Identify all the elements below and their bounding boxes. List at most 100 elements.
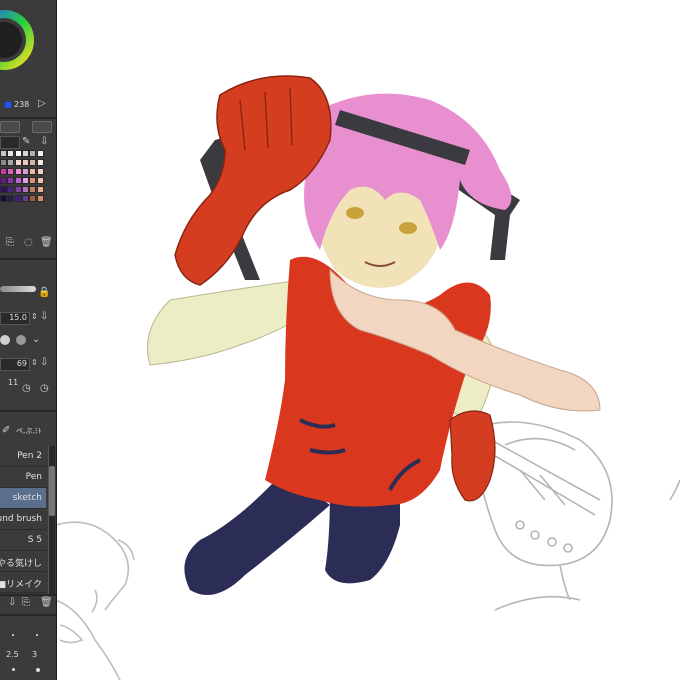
brush-size-value: 15.0 (9, 313, 27, 322)
color-swatch[interactable] (29, 177, 37, 184)
color-swatch[interactable] (21, 177, 29, 184)
color-swatch[interactable] (0, 168, 7, 175)
right-eye (399, 222, 417, 234)
ruler-value-2[interactable]: 3 (32, 650, 37, 659)
color-swatch[interactable] (21, 150, 29, 157)
pen-icon: ✐ (2, 425, 11, 436)
subtool-item-label: Pen (25, 472, 42, 482)
subtool-header-label: ペ,ぷ,ﾐﾄ (16, 427, 42, 435)
color-swatch[interactable] (29, 150, 37, 157)
download-subtool-icon[interactable]: ⇩ (8, 598, 16, 608)
subtool-header: ✐ ペ,ぷ,ﾐﾄ (0, 420, 56, 440)
color-swatch[interactable] (36, 150, 44, 157)
subtool-item-label: Pen 2 (17, 451, 42, 461)
ruler-value-1[interactable]: 2.5 (6, 650, 19, 659)
subtool-item[interactable]: und brush (0, 509, 46, 530)
spinner-icon[interactable]: ⇕ (31, 312, 38, 322)
left-eye (346, 207, 364, 219)
subtool-item[interactable]: Pen (0, 467, 46, 488)
color-swatch[interactable] (14, 195, 22, 202)
play-icon[interactable]: ▷ (38, 99, 46, 109)
spinner-icon-2[interactable]: ⇕ (31, 358, 38, 368)
color-swatch[interactable] (14, 159, 22, 166)
brush-size-field[interactable]: 15.0 (0, 312, 30, 325)
color-swatch[interactable] (7, 168, 15, 175)
subtool-item[interactable]: Pen 2 (0, 446, 46, 467)
subtool-actions: ⇩ ⎘ 🗑 (0, 596, 56, 610)
color-swatch[interactable] (29, 186, 37, 193)
brush-size-row: 15.0 ⇕ ⇩ (0, 308, 56, 330)
color-swatch[interactable] (0, 186, 7, 193)
color-wheel[interactable] (0, 0, 56, 95)
blue-channel-icon: ■ (4, 100, 12, 109)
download-size-icon[interactable]: ⇩ (40, 312, 48, 322)
trash-icon[interactable]: 🗑 (40, 238, 53, 248)
artwork-illustration (55, 75, 680, 680)
chevron-down-icon[interactable]: ⌄ (32, 335, 40, 345)
color-swatch[interactable] (7, 150, 15, 157)
color-swatch[interactable] (7, 195, 15, 202)
color-swatch[interactable] (29, 168, 37, 175)
color-swatch-grid[interactable] (0, 150, 44, 230)
subtool-item[interactable]: 彩■リメイク (0, 572, 46, 593)
subtool-item-label: やる気けし (0, 559, 42, 569)
tip-circle-1[interactable] (0, 335, 10, 345)
lock-icon[interactable]: 🔒 (38, 288, 50, 298)
color-swatch[interactable] (21, 168, 29, 175)
dial-icon[interactable]: ◷ (22, 384, 31, 394)
subtool-item[interactable]: やる気けし (0, 551, 46, 572)
color-swatch[interactable] (0, 195, 7, 202)
subtool-item[interactable]: sketch (0, 488, 46, 509)
color-swatch[interactable] (7, 186, 15, 193)
color-swatch[interactable] (21, 195, 29, 202)
dial-icon-2[interactable]: ◷ (40, 384, 49, 394)
color-swatch[interactable] (0, 150, 7, 157)
drawing-canvas[interactable] (0, 0, 680, 680)
brush-stroke-preview (0, 286, 36, 292)
copy-subtool-icon[interactable]: ⎘ (22, 598, 30, 608)
color-swatch[interactable] (14, 177, 22, 184)
subtool-item-label: S 5 (27, 535, 42, 545)
color-set-section: ✎ ⇩ (0, 136, 56, 236)
color-swatch[interactable] (7, 159, 15, 166)
blue-value: 238 (14, 100, 30, 109)
color-swatch[interactable] (0, 177, 7, 184)
download-icon[interactable]: ⇩ (40, 137, 48, 147)
opacity-field[interactable]: 69 (0, 358, 30, 371)
eyedropper-icon[interactable]: ✎ (22, 137, 30, 147)
download-opacity-icon[interactable]: ⇩ (40, 358, 48, 368)
color-swatch[interactable] (0, 159, 7, 166)
subtool-scrollbar[interactable] (48, 446, 55, 594)
subtool-item-label: und brush (0, 514, 42, 524)
color-swatch[interactable] (14, 168, 22, 175)
color-swatch[interactable] (36, 195, 44, 202)
palette-tab-2[interactable] (32, 121, 52, 133)
color-set-dropdown[interactable] (0, 136, 20, 149)
color-swatch[interactable] (14, 186, 22, 193)
color-swatch[interactable] (36, 168, 44, 175)
trash-subtool-icon[interactable]: 🗑 (40, 598, 53, 608)
color-wheel-section: ■ 238 ▷ (0, 0, 56, 118)
color-swatch[interactable] (29, 195, 37, 202)
density-row: 11 ◷ ◷ (0, 376, 56, 398)
opacity-value: 69 (16, 359, 27, 368)
color-swatch[interactable] (21, 159, 29, 166)
tip-circle-2[interactable] (16, 335, 26, 345)
brush-preview-section: 🔒 (0, 266, 56, 306)
color-swatch[interactable] (21, 186, 29, 193)
color-swatch[interactable] (29, 159, 37, 166)
color-swatch[interactable] (36, 186, 44, 193)
creature-sketch (55, 521, 135, 680)
color-swatch[interactable] (36, 177, 44, 184)
color-swatch[interactable] (7, 177, 15, 184)
color-swatch[interactable] (14, 150, 22, 157)
new-swatch-icon[interactable]: ⎘ (6, 238, 14, 248)
subtool-item-label: sketch (12, 493, 42, 503)
swatch-actions: ⎘ ◌ 🗑 (0, 236, 56, 252)
palette-tab-1[interactable] (0, 121, 20, 133)
color-swatch[interactable] (36, 159, 44, 166)
opacity-row: 69 ⇕ ⇩ (0, 354, 56, 376)
drop-icon[interactable]: ◌ (24, 238, 33, 248)
tool-panel: ■ 238 ▷ ✎ ⇩ ⎘ ◌ 🗑 🔒 15.0 ⇕ ⇩ ⌄ 69 ⇕ ⇩ 11… (0, 0, 57, 680)
subtool-item[interactable]: S 5 (0, 530, 46, 551)
